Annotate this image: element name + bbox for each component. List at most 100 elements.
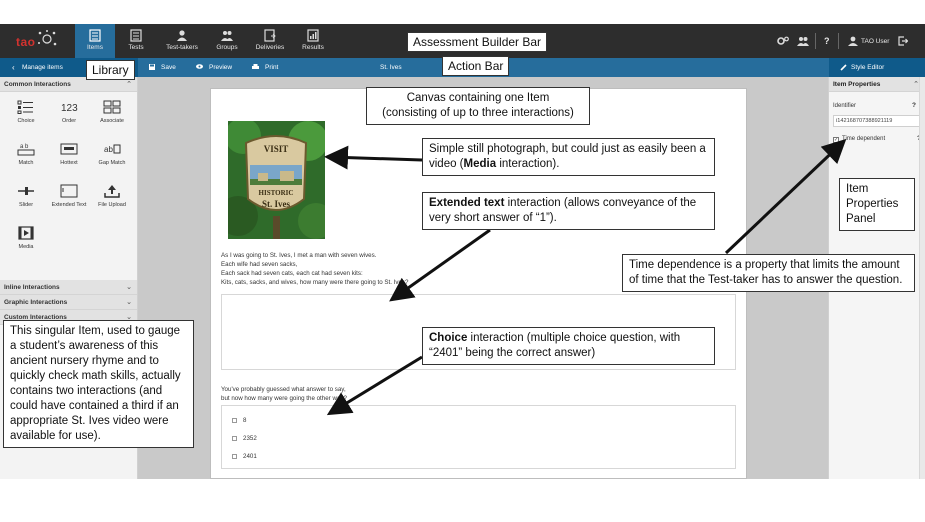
time-dependent-checkbox[interactable]: ✓ xyxy=(833,137,839,143)
gap-match-interaction-tile[interactable]: ab Gap Match xyxy=(92,136,132,176)
identifier-label: Identifier xyxy=(833,103,857,109)
associate-interaction-tile[interactable]: Associate xyxy=(92,94,132,134)
hottext-icon xyxy=(60,143,78,155)
checkbox[interactable] xyxy=(232,453,237,459)
inline-interactions-header[interactable]: Inline Interactions ⌄ xyxy=(0,280,137,295)
annotation-singular-item: This singular Item, used to gauge a stud… xyxy=(3,320,194,448)
style-editor-button[interactable]: Style Editor xyxy=(829,58,925,77)
file-upload-interaction-tile[interactable]: File Upload xyxy=(92,178,132,218)
nav-label: Results xyxy=(302,44,324,51)
logo-text: tao xyxy=(16,35,36,49)
user-name[interactable]: TAO User xyxy=(861,38,889,45)
chevron-down-icon: ⌄ xyxy=(126,299,132,306)
eye-icon xyxy=(196,64,203,69)
annotation-bold: Choice xyxy=(429,332,468,344)
annotation-bold: Media xyxy=(463,158,497,170)
nav-deliveries[interactable]: Deliveries xyxy=(250,24,290,58)
checkbox[interactable] xyxy=(232,435,237,441)
hottext-interaction-tile[interactable]: Hottext xyxy=(49,136,89,176)
divider xyxy=(815,33,816,49)
match-interaction-tile[interactable]: a b Match xyxy=(6,136,46,176)
annotation-text: interaction (multiple choice question, w… xyxy=(429,332,681,359)
tile-label: Media xyxy=(18,244,34,250)
annotation-choice: Choice interaction (multiple choice ques… xyxy=(422,327,715,365)
photo-text-bottom: St. Ives xyxy=(262,199,290,209)
save-button[interactable]: Save xyxy=(149,64,176,71)
choice-option[interactable]: 8 xyxy=(232,417,246,424)
graphic-interactions-header[interactable]: Graphic Interactions ⌄ xyxy=(0,295,137,310)
tile-label: Match xyxy=(18,160,34,166)
save-icon xyxy=(149,64,155,70)
media-icon xyxy=(18,226,34,240)
annotation-line: Canvas containing one Item xyxy=(406,92,550,104)
annotation-line: Properties xyxy=(846,198,899,210)
media-interaction-tile[interactable]: Media xyxy=(6,220,46,260)
users-icon[interactable] xyxy=(797,36,809,46)
extended-text-interaction-tile[interactable]: Extended Text xyxy=(49,178,89,218)
annotation-time-dependence: Time dependence is a property that limit… xyxy=(622,254,915,292)
results-icon xyxy=(307,29,319,42)
svg-text:ab: ab xyxy=(104,145,113,154)
tile-label: Associate xyxy=(100,118,124,124)
photo-text-top: VISIT xyxy=(264,144,289,154)
annotation-bold: Extended text xyxy=(429,197,505,209)
choice-prompt: You've probably guessed what answer to s… xyxy=(221,385,347,403)
identifier-input[interactable]: i142168707388921119 xyxy=(833,115,921,127)
nav-test-takers[interactable]: Test-takers xyxy=(160,24,204,58)
annotation-media: Simple still photograph, but could just … xyxy=(422,138,715,176)
properties-scrollbar[interactable] xyxy=(919,77,925,479)
tile-label: Order xyxy=(61,118,77,124)
item-properties-header[interactable]: Item Properties ⌃ xyxy=(829,77,925,92)
tile-label: Gap Match xyxy=(98,160,126,166)
tile-label: Extended Text xyxy=(51,202,87,208)
nav-items[interactable]: Items xyxy=(75,24,115,58)
order-interaction-tile[interactable]: 123 Order xyxy=(49,94,89,134)
style-editor-label: Style Editor xyxy=(851,64,885,71)
slider-interaction-tile[interactable]: Slider xyxy=(6,178,46,218)
brush-icon xyxy=(840,64,847,71)
tile-label: Choice xyxy=(17,118,35,124)
logout-icon[interactable] xyxy=(898,36,908,46)
prompt-line: but now how many were going the other wa… xyxy=(221,395,347,402)
nav-groups[interactable]: Groups xyxy=(208,24,246,58)
preview-button[interactable]: Preview xyxy=(196,64,232,71)
logo-dots-icon xyxy=(38,30,57,46)
nav-results[interactable]: Results xyxy=(296,24,330,58)
nav-tests[interactable]: Tests xyxy=(118,24,154,58)
annotation-line: Panel xyxy=(846,213,876,225)
tile-label: Hottext xyxy=(60,160,78,166)
choice-interaction: 8 2352 2401 xyxy=(221,405,736,469)
gears-icon[interactable] xyxy=(777,36,789,46)
annotation-properties-panel: Item Properties Panel xyxy=(839,178,915,231)
choice-interaction-tile[interactable]: Choice xyxy=(6,94,46,134)
print-button[interactable]: Print xyxy=(252,64,278,71)
section-label: Graphic Interactions xyxy=(4,299,68,306)
associate-icon xyxy=(103,100,121,114)
annotation-line: Item xyxy=(846,183,869,195)
tao-logo[interactable]: tao xyxy=(16,29,58,53)
time-dependent-option[interactable]: ✓ Time dependent xyxy=(833,136,885,143)
st-ives-photo[interactable]: VISIT HISTORIC St. Ives xyxy=(228,121,325,239)
photo-text-mid: HISTORIC xyxy=(259,189,294,197)
panel-title: Item Properties xyxy=(833,81,881,88)
annotation-extended-text: Extended text interaction (allows convey… xyxy=(422,192,715,230)
identifier-help-icon[interactable]: ? xyxy=(912,102,916,109)
prompt-line: You've probably guessed what answer to s… xyxy=(221,386,346,393)
slider-icon xyxy=(18,187,34,195)
section-label: Common Interactions xyxy=(4,81,71,88)
time-dependent-label: Time dependent xyxy=(842,136,886,142)
tile-label: Slider xyxy=(18,202,34,208)
checkbox[interactable] xyxy=(232,417,237,423)
items-icon xyxy=(89,29,101,42)
nav-label: Items xyxy=(87,44,103,51)
gap-match-icon: ab xyxy=(104,144,121,154)
choice-option[interactable]: 2401 xyxy=(232,453,257,460)
divider xyxy=(838,33,839,49)
choice-option[interactable]: 2352 xyxy=(232,435,257,442)
choice-label: 8 xyxy=(243,417,247,424)
annotation-line: (consisting of up to three interactions) xyxy=(382,107,574,119)
svg-text:123: 123 xyxy=(61,103,78,114)
common-interactions-grid: Choice 123 Order Associate a b Match Hot… xyxy=(0,92,137,280)
help-button[interactable]: ? xyxy=(824,36,830,46)
extended-text-icon xyxy=(60,184,78,198)
